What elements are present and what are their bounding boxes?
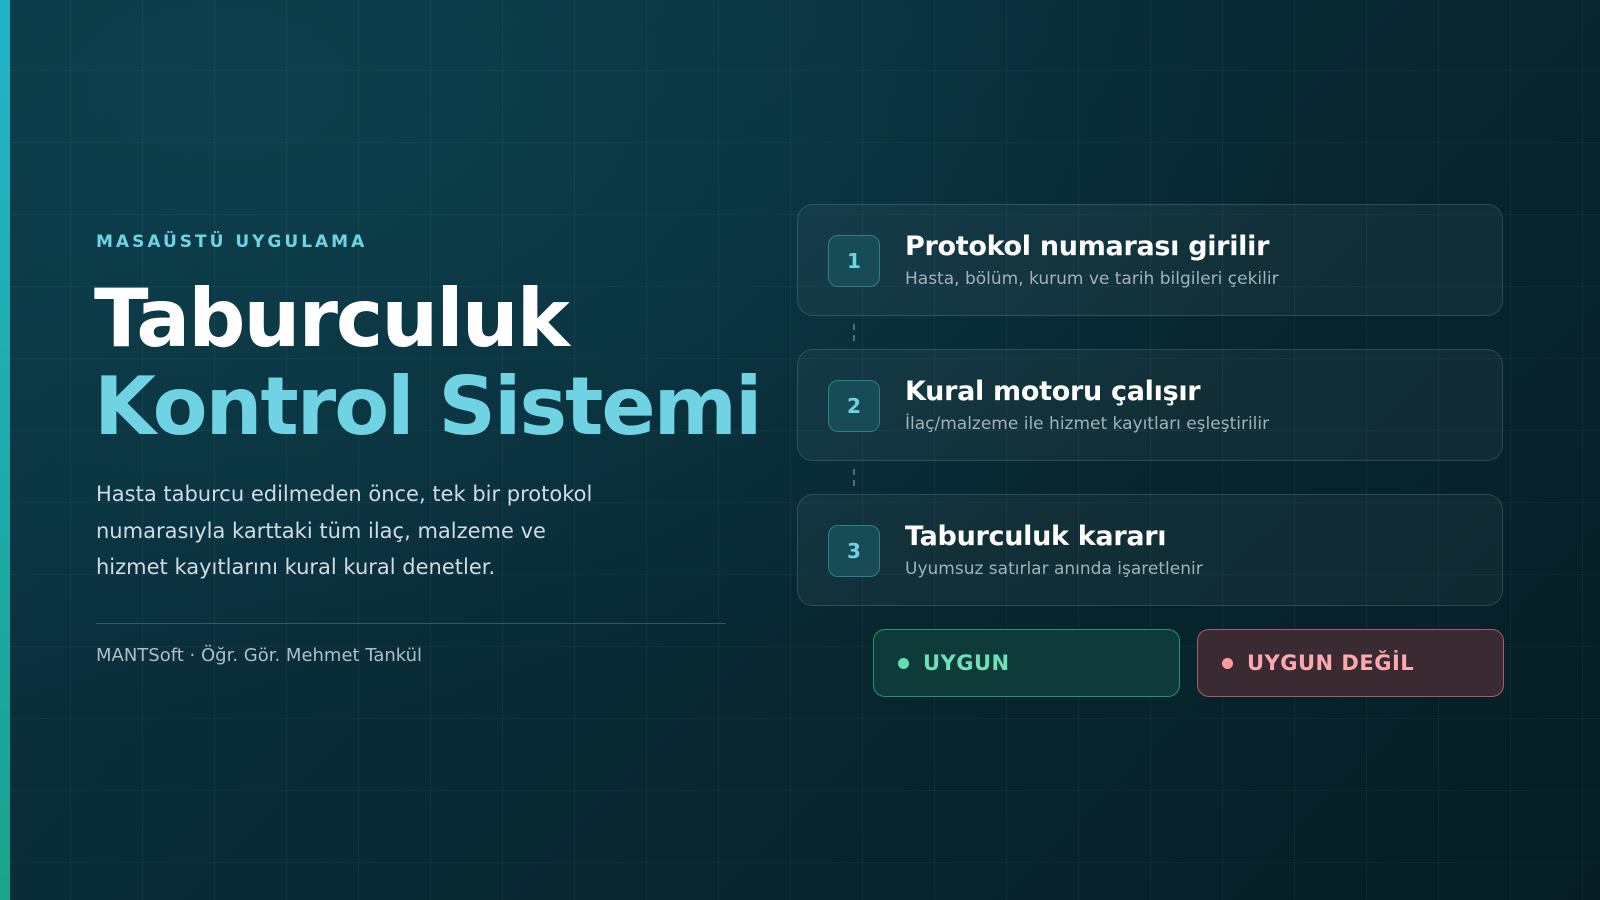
step-connector	[797, 316, 1503, 349]
step-card-3: 3 Taburculuk kararı Uyumsuz satırlar anı…	[797, 494, 1503, 606]
title-line-2: Kontrol Sistemi	[94, 360, 762, 453]
step-subtitle: İlaç/malzeme ile hizmet kayıtları eşleşt…	[905, 414, 1270, 434]
status-ok-badge: UYGUN	[873, 629, 1180, 697]
title-line-1: Taburculuk	[94, 272, 570, 365]
step-subtitle: Uyumsuz satırlar anında işaretlenir	[905, 559, 1203, 579]
step-card-1: 1 Protokol numarası girilir Hasta, bölüm…	[797, 204, 1503, 316]
step-number-badge: 3	[828, 525, 880, 577]
step-number-badge: 1	[828, 235, 880, 287]
page-title: Taburculuk Kontrol Sistemi	[94, 272, 762, 453]
left-accent-bar	[0, 0, 10, 900]
step-subtitle: Hasta, bölüm, kurum ve tarih bilgileri ç…	[905, 269, 1279, 289]
step-connector	[797, 461, 1503, 494]
step-number-badge: 2	[828, 380, 880, 432]
status-dot-icon	[1222, 657, 1233, 669]
status-not-ok-label: UYGUN DEĞİL	[1247, 651, 1415, 675]
divider	[96, 623, 726, 624]
status-dot-icon	[898, 657, 909, 669]
description-text: Hasta taburcu edilmeden önce, tek bir pr…	[96, 482, 593, 579]
step-title: Taburculuk kararı	[905, 521, 1167, 552]
status-not-ok-badge: UYGUN DEĞİL	[1197, 629, 1504, 697]
author-credit: MANTSoft · Öğr. Gör. Mehmet Tankül	[96, 645, 423, 666]
status-ok-label: UYGUN	[923, 651, 1010, 675]
eyebrow-label: MASAÜSTÜ UYGULAMA	[96, 232, 368, 252]
step-title: Kural motoru çalışır	[905, 376, 1201, 407]
step-title: Protokol numarası girilir	[905, 231, 1270, 262]
step-card-2: 2 Kural motoru çalışır İlaç/malzeme ile …	[797, 349, 1503, 461]
process-steps: 1 Protokol numarası girilir Hasta, bölüm…	[797, 204, 1503, 606]
